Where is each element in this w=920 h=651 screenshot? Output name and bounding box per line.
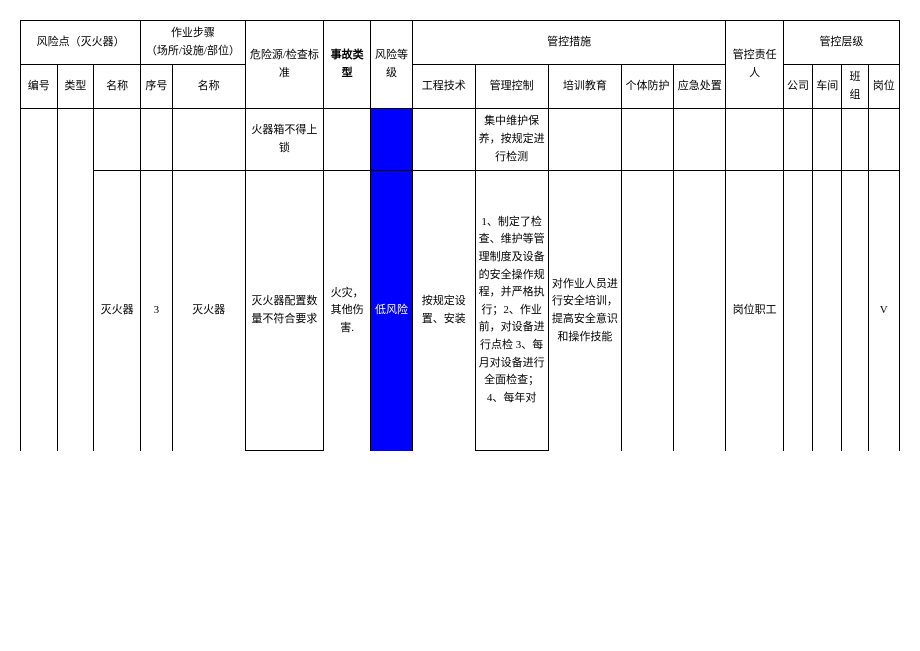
th-risk-point: 风险点（灭火器） (21, 21, 141, 65)
cell-management: 1、制定了检查、维护等管理制度及设备的安全操作规程，并严格执行；2、作业前，对设… (475, 171, 548, 451)
th-step-name: 名称 (172, 65, 245, 109)
th-position: 岗位 (868, 65, 899, 109)
th-hazard: 危险源/检查标准 (245, 21, 323, 109)
th-company: 公司 (783, 65, 812, 109)
header-row-1: 风险点（灭火器） 作业步骤 （场所/设施/部位） 危险源/检查标准 事故类型 风… (21, 21, 900, 65)
cell-engineering: 按规定设置、安装 (412, 171, 475, 451)
cell-ppe (621, 171, 673, 451)
cell-responsible (726, 109, 783, 171)
cell-step-name: 灭火器 (172, 171, 245, 451)
cell-hazard: 灭火器配置数量不符合要求 (245, 171, 323, 451)
th-name: 名称 (94, 65, 141, 109)
th-ppe: 个体防护 (621, 65, 673, 109)
cell-accident: 火灾，其他伤害. (324, 171, 371, 451)
th-seq: 序号 (141, 65, 172, 109)
cell-seq: 3 (141, 171, 172, 451)
cell-name: 灭火器 (94, 171, 141, 451)
th-accident: 事故类型 (324, 21, 371, 109)
th-training: 培训教育 (548, 65, 621, 109)
th-workshop: 车间 (813, 65, 842, 109)
th-management: 管理控制 (475, 65, 548, 109)
th-engineering: 工程技术 (412, 65, 475, 109)
cell-risk-level: 低风险 (371, 171, 413, 451)
th-team: 班组 (842, 65, 868, 109)
cell-training (548, 109, 621, 171)
cell-emergency (674, 171, 726, 451)
cell-step-name (172, 109, 245, 171)
th-id: 编号 (21, 65, 58, 109)
cell-seq (141, 109, 172, 171)
th-control-measures: 管控措施 (412, 21, 726, 65)
risk-assessment-table: 风险点（灭火器） 作业步骤 （场所/设施/部位） 危险源/检查标准 事故类型 风… (20, 20, 900, 451)
th-risk-level: 风险等级 (371, 21, 413, 109)
table-row: 火器箱不得上锁 集中维护保养，按规定进行检测 (21, 109, 900, 171)
th-control-level: 管控层级 (783, 21, 899, 65)
cell-company (783, 109, 812, 171)
cell-hazard: 火器箱不得上锁 (245, 109, 323, 171)
cell-risk-level (371, 109, 413, 171)
cell-team (842, 109, 868, 171)
th-type: 类型 (57, 65, 94, 109)
cell-ppe (621, 109, 673, 171)
cell-company (783, 171, 812, 451)
cell-training: 对作业人员进行安全培训，提高安全意识和操作技能 (548, 171, 621, 451)
cell-type (57, 109, 94, 451)
cell-accident (324, 109, 371, 171)
cell-position: V (868, 171, 899, 451)
cell-position (868, 109, 899, 171)
cell-workshop (813, 109, 842, 171)
th-work-step: 作业步骤 （场所/设施/部位） (141, 21, 246, 65)
table-row: 灭火器 3 灭火器 灭火器配置数量不符合要求 火灾，其他伤害. 低风险 按规定设… (21, 171, 900, 451)
cell-team (842, 171, 868, 451)
cell-name (94, 109, 141, 171)
cell-workshop (813, 171, 842, 451)
cell-management: 集中维护保养，按规定进行检测 (475, 109, 548, 171)
th-responsible: 管控责任人 (726, 21, 783, 109)
cell-emergency (674, 109, 726, 171)
cell-responsible: 岗位职工 (726, 171, 783, 451)
th-emergency: 应急处置 (674, 65, 726, 109)
cell-engineering (412, 109, 475, 171)
cell-id (21, 109, 58, 451)
